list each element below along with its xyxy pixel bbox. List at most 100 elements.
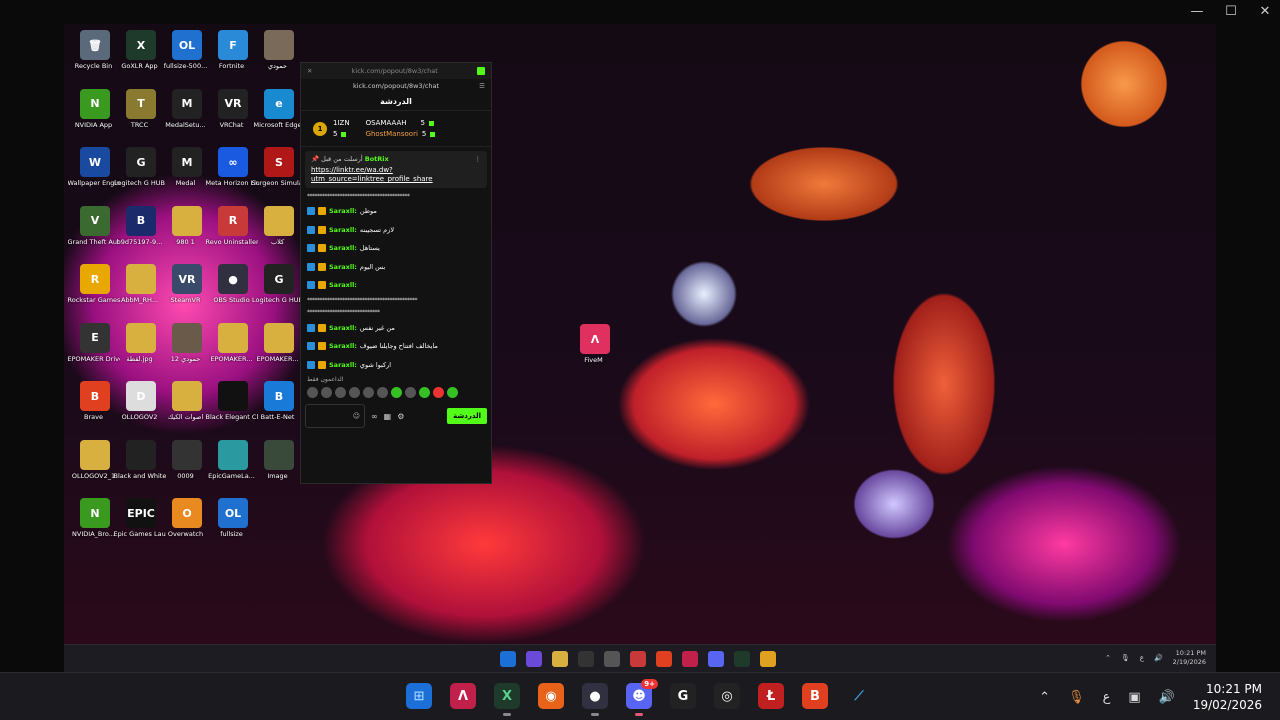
desktop-icon-fivem[interactable]: Λ FiveM	[572, 324, 618, 364]
chat-username[interactable]: Saraxll:	[329, 244, 357, 252]
language-indicator[interactable]: ع	[1103, 690, 1111, 705]
desktop-icon[interactable]: ● OBS Studio	[210, 264, 256, 304]
chat-message[interactable]: Saraxll: اركبوا شوي	[307, 356, 485, 375]
desktop-icon[interactable]: EEPOMAKER Driver	[68, 322, 120, 363]
desktop-icon[interactable]: Black Elegant Clean Smo...	[206, 381, 258, 421]
taskbar-clock[interactable]: 10:21 PM 19/02/2026	[1193, 681, 1262, 713]
desktop-icon[interactable]: O Overwatch	[164, 498, 210, 538]
gift-icon[interactable]: ▦	[384, 412, 392, 421]
emote[interactable]	[405, 387, 416, 398]
emote[interactable]	[363, 387, 374, 398]
desktop-icon[interactable]: G Logitech G HUB	[252, 264, 303, 304]
chat-input[interactable]: ☺	[305, 404, 365, 428]
desktop-icon[interactable]: N NVIDIA_Bro...	[72, 498, 118, 538]
gear-icon[interactable]: ⚙	[397, 412, 404, 421]
wing-app-icon[interactable]: ⟋	[846, 683, 872, 709]
desktop-icon[interactable]: EPOMAKER...	[210, 322, 256, 363]
desktop-icon[interactable]: F Fortnite	[210, 30, 256, 70]
desktop-icon[interactable]: لقطة.jpg	[118, 322, 164, 363]
desktop-icon[interactable]: G Logitech G HUB	[114, 147, 165, 187]
remote-taskbar-app-icon[interactable]	[630, 651, 646, 667]
desktop-icon[interactable]: Black and White Mo...	[114, 439, 166, 480]
start-icon[interactable]: ⊞	[406, 683, 432, 709]
goxlr-icon[interactable]: X	[494, 683, 520, 716]
remote-clock[interactable]: 10:21 PM 2/19/2026	[1173, 649, 1206, 667]
desktop-icon[interactable]: Image	[256, 439, 302, 480]
desktop-icon[interactable]: ∞ Meta Horizon Link	[206, 147, 258, 187]
chevron-up-icon[interactable]: ⌃	[1105, 654, 1111, 662]
minimize-icon[interactable]: —	[1190, 4, 1204, 19]
desktop-icon[interactable]: X GoXLR App	[118, 30, 164, 70]
remote-taskbar-app-icon[interactable]	[708, 651, 724, 667]
language-indicator[interactable]: ع	[1140, 654, 1144, 662]
desktop-icon[interactable]: M MedalSetu...	[164, 88, 210, 129]
emote[interactable]	[307, 387, 318, 398]
emote[interactable]	[391, 387, 402, 398]
emote[interactable]	[349, 387, 360, 398]
desktop-icon[interactable]: حمودي	[256, 30, 302, 70]
desktop-icon[interactable]: B Brave	[72, 381, 118, 421]
desktop-icon[interactable]: 980 1	[164, 205, 210, 246]
desktop-icon[interactable]: M Medal	[164, 147, 210, 187]
surgeon-icon[interactable]: Ł	[758, 683, 784, 709]
desktop-icon[interactable]: OL fullsize	[210, 498, 256, 538]
remote-taskbar-app-icon[interactable]	[604, 651, 620, 667]
desktop-icon[interactable]: R Revo Uninstaller	[206, 205, 258, 246]
desktop-icon[interactable]: R Rockstar Games...	[68, 264, 120, 304]
remote-taskbar-app-icon[interactable]	[578, 651, 594, 667]
chat-username[interactable]: Saraxll:	[329, 263, 357, 271]
desktop-icon[interactable]: EPOMAKER...	[256, 322, 302, 363]
chat-message[interactable]: Saraxll: بس اليوم	[307, 258, 485, 277]
close-icon[interactable]: ✕	[307, 67, 312, 75]
desktop-icon[interactable]: EpicGameLa...	[208, 439, 256, 480]
mic-icon[interactable]: 🎙	[1068, 690, 1085, 705]
chat-message[interactable]: Saraxll: لازم تسجيبنه	[307, 221, 485, 240]
chat-message[interactable]: Saraxll: مايخالف افتتاح وجايلنا ضيوف	[307, 337, 485, 356]
network-icon[interactable]: ▣	[1128, 690, 1140, 705]
chat-username[interactable]: Saraxll:	[329, 226, 357, 234]
mic-icon[interactable]: 🎙	[1121, 654, 1130, 662]
desktop-icon[interactable]: VR SteamVR	[164, 264, 210, 304]
desktop-icon[interactable]: AbbM_RH...	[118, 264, 164, 304]
desktop-icon[interactable]: EPIC Epic Games Launcher	[114, 498, 166, 538]
desktop-icon[interactable]: OL fullsize-500...	[164, 30, 210, 70]
remote-taskbar-app-icon[interactable]	[500, 651, 516, 667]
close-icon[interactable]: ✕	[1258, 4, 1272, 19]
chat-message[interactable]: Saraxll: موطن	[307, 202, 485, 221]
leader-row[interactable]: OSAMAAAH 5	[366, 119, 436, 127]
circle-app-icon[interactable]: ◎	[714, 683, 740, 709]
desktop-icon[interactable]: اصوات الكيك	[164, 381, 210, 421]
leader-row[interactable]: GhostMansoori 5	[366, 130, 436, 138]
link-icon[interactable]: ∞	[371, 412, 378, 421]
send-chat-button[interactable]: الدردشة	[447, 408, 487, 424]
firefox-icon[interactable]: ◉	[538, 683, 564, 709]
discord-icon[interactable]: ☻ 9+	[626, 679, 658, 716]
emote[interactable]	[419, 387, 430, 398]
maximize-icon[interactable]: ☐	[1224, 4, 1238, 19]
remote-taskbar-app-icon[interactable]	[734, 651, 750, 667]
chat-username[interactable]: Saraxll:	[329, 324, 357, 332]
obs-icon[interactable]: ●	[582, 683, 608, 716]
pinned-message[interactable]: 📌 أرسلت من قبل BotRix ⋮ https://linktr.e…	[305, 151, 487, 188]
emote[interactable]	[377, 387, 388, 398]
emote[interactable]	[321, 387, 332, 398]
emote[interactable]	[335, 387, 346, 398]
more-icon[interactable]: ⋮	[475, 155, 482, 163]
volume-icon[interactable]: 🔊	[1159, 690, 1175, 705]
desktop-icon[interactable]: VR VRChat	[210, 88, 256, 129]
remote-taskbar-app-icon[interactable]	[760, 651, 776, 667]
remote-taskbar-app-icon[interactable]	[552, 651, 568, 667]
desktop-icon[interactable]: OLLOGOV2_1	[72, 439, 118, 480]
desktop-icon[interactable]: Bb9d75197-9...	[117, 205, 164, 246]
logitech-g-icon[interactable]: G	[670, 683, 696, 709]
desktop-icon[interactable]: 🗑 Recycle Bin	[72, 30, 118, 70]
remote-taskbar-app-icon[interactable]	[682, 651, 698, 667]
desktop-icon[interactable]: S Surgeon Simulato...	[252, 147, 304, 187]
desktop-icon[interactable]: W Wallpaper Engine	[68, 147, 120, 187]
emote[interactable]	[447, 387, 458, 398]
leader-row[interactable]: 1IZN	[333, 119, 350, 127]
remote-taskbar-app-icon[interactable]	[656, 651, 672, 667]
chat-message[interactable]: Saraxll:	[307, 276, 485, 295]
desktop-icon[interactable]: e Microsoft Edge	[253, 88, 302, 129]
desktop-icon[interactable]: كلاب	[256, 205, 302, 246]
